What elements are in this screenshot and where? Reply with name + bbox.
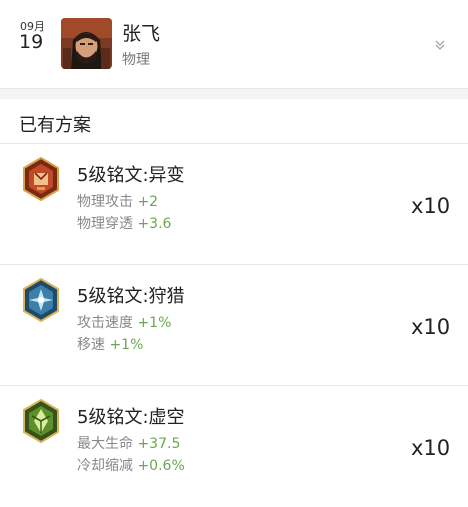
rune-red-hexagon-icon <box>22 156 60 202</box>
attribute-value: +3.6 <box>137 216 172 232</box>
rune-title: 5级铭文:异变 <box>77 165 185 186</box>
rune-attribute: 物理穿透 +3.6 <box>77 213 171 233</box>
rune-attribute: 物理攻击 +2 <box>77 191 158 211</box>
rune-attribute: 移速 +1% <box>77 334 143 354</box>
rune-green-hexagon-icon <box>22 398 60 444</box>
rune-attribute: 冷却缩减 +0.6% <box>77 455 185 475</box>
attribute-label: 物理攻击 <box>77 194 133 210</box>
hero-name: 张飞 <box>122 23 161 45</box>
attribute-label: 冷却缩减 <box>77 458 133 474</box>
rune-title: 5级铭文:虚空 <box>77 407 185 428</box>
attribute-label: 移速 <box>77 337 105 353</box>
attribute-label: 物理穿透 <box>77 216 133 232</box>
rune-item[interactable]: 5级铭文:狩猎 攻击速度 +1% 移速 +1% x10 <box>0 265 468 386</box>
rune-attribute: 攻击速度 +1% <box>77 312 171 332</box>
rune-blue-hexagon-icon <box>22 277 60 323</box>
chevron-down-icon[interactable] <box>433 36 447 50</box>
hero-type: 物理 <box>122 52 150 68</box>
attribute-value: +2 <box>137 194 159 210</box>
rune-title: 5级铭文:狩猎 <box>77 286 185 307</box>
rune-item[interactable]: 5级铭文:虚空 最大生命 +37.5 冷却缩减 +0.6% x10 <box>0 386 468 507</box>
rune-count: x10 <box>411 315 451 339</box>
date-day: 19 <box>19 31 44 53</box>
attribute-value: +0.6% <box>137 458 185 474</box>
rune-count: x10 <box>411 436 451 460</box>
rune-item[interactable]: 5级铭文:异变 物理攻击 +2 物理穿透 +3.6 x10 <box>0 144 468 265</box>
rune-count: x10 <box>411 194 451 218</box>
rune-attribute: 最大生命 +37.5 <box>77 433 180 453</box>
attribute-label: 攻击速度 <box>77 315 133 331</box>
hero-header[interactable]: 09月 19 张飞 物理 <box>0 0 468 89</box>
section-gap <box>0 89 468 99</box>
attribute-label: 最大生命 <box>77 436 133 452</box>
section-title: 已有方案 <box>19 115 91 136</box>
attribute-value: +37.5 <box>137 436 181 452</box>
attribute-value: +1% <box>109 337 144 353</box>
hero-avatar <box>61 18 112 69</box>
attribute-value: +1% <box>137 315 172 331</box>
